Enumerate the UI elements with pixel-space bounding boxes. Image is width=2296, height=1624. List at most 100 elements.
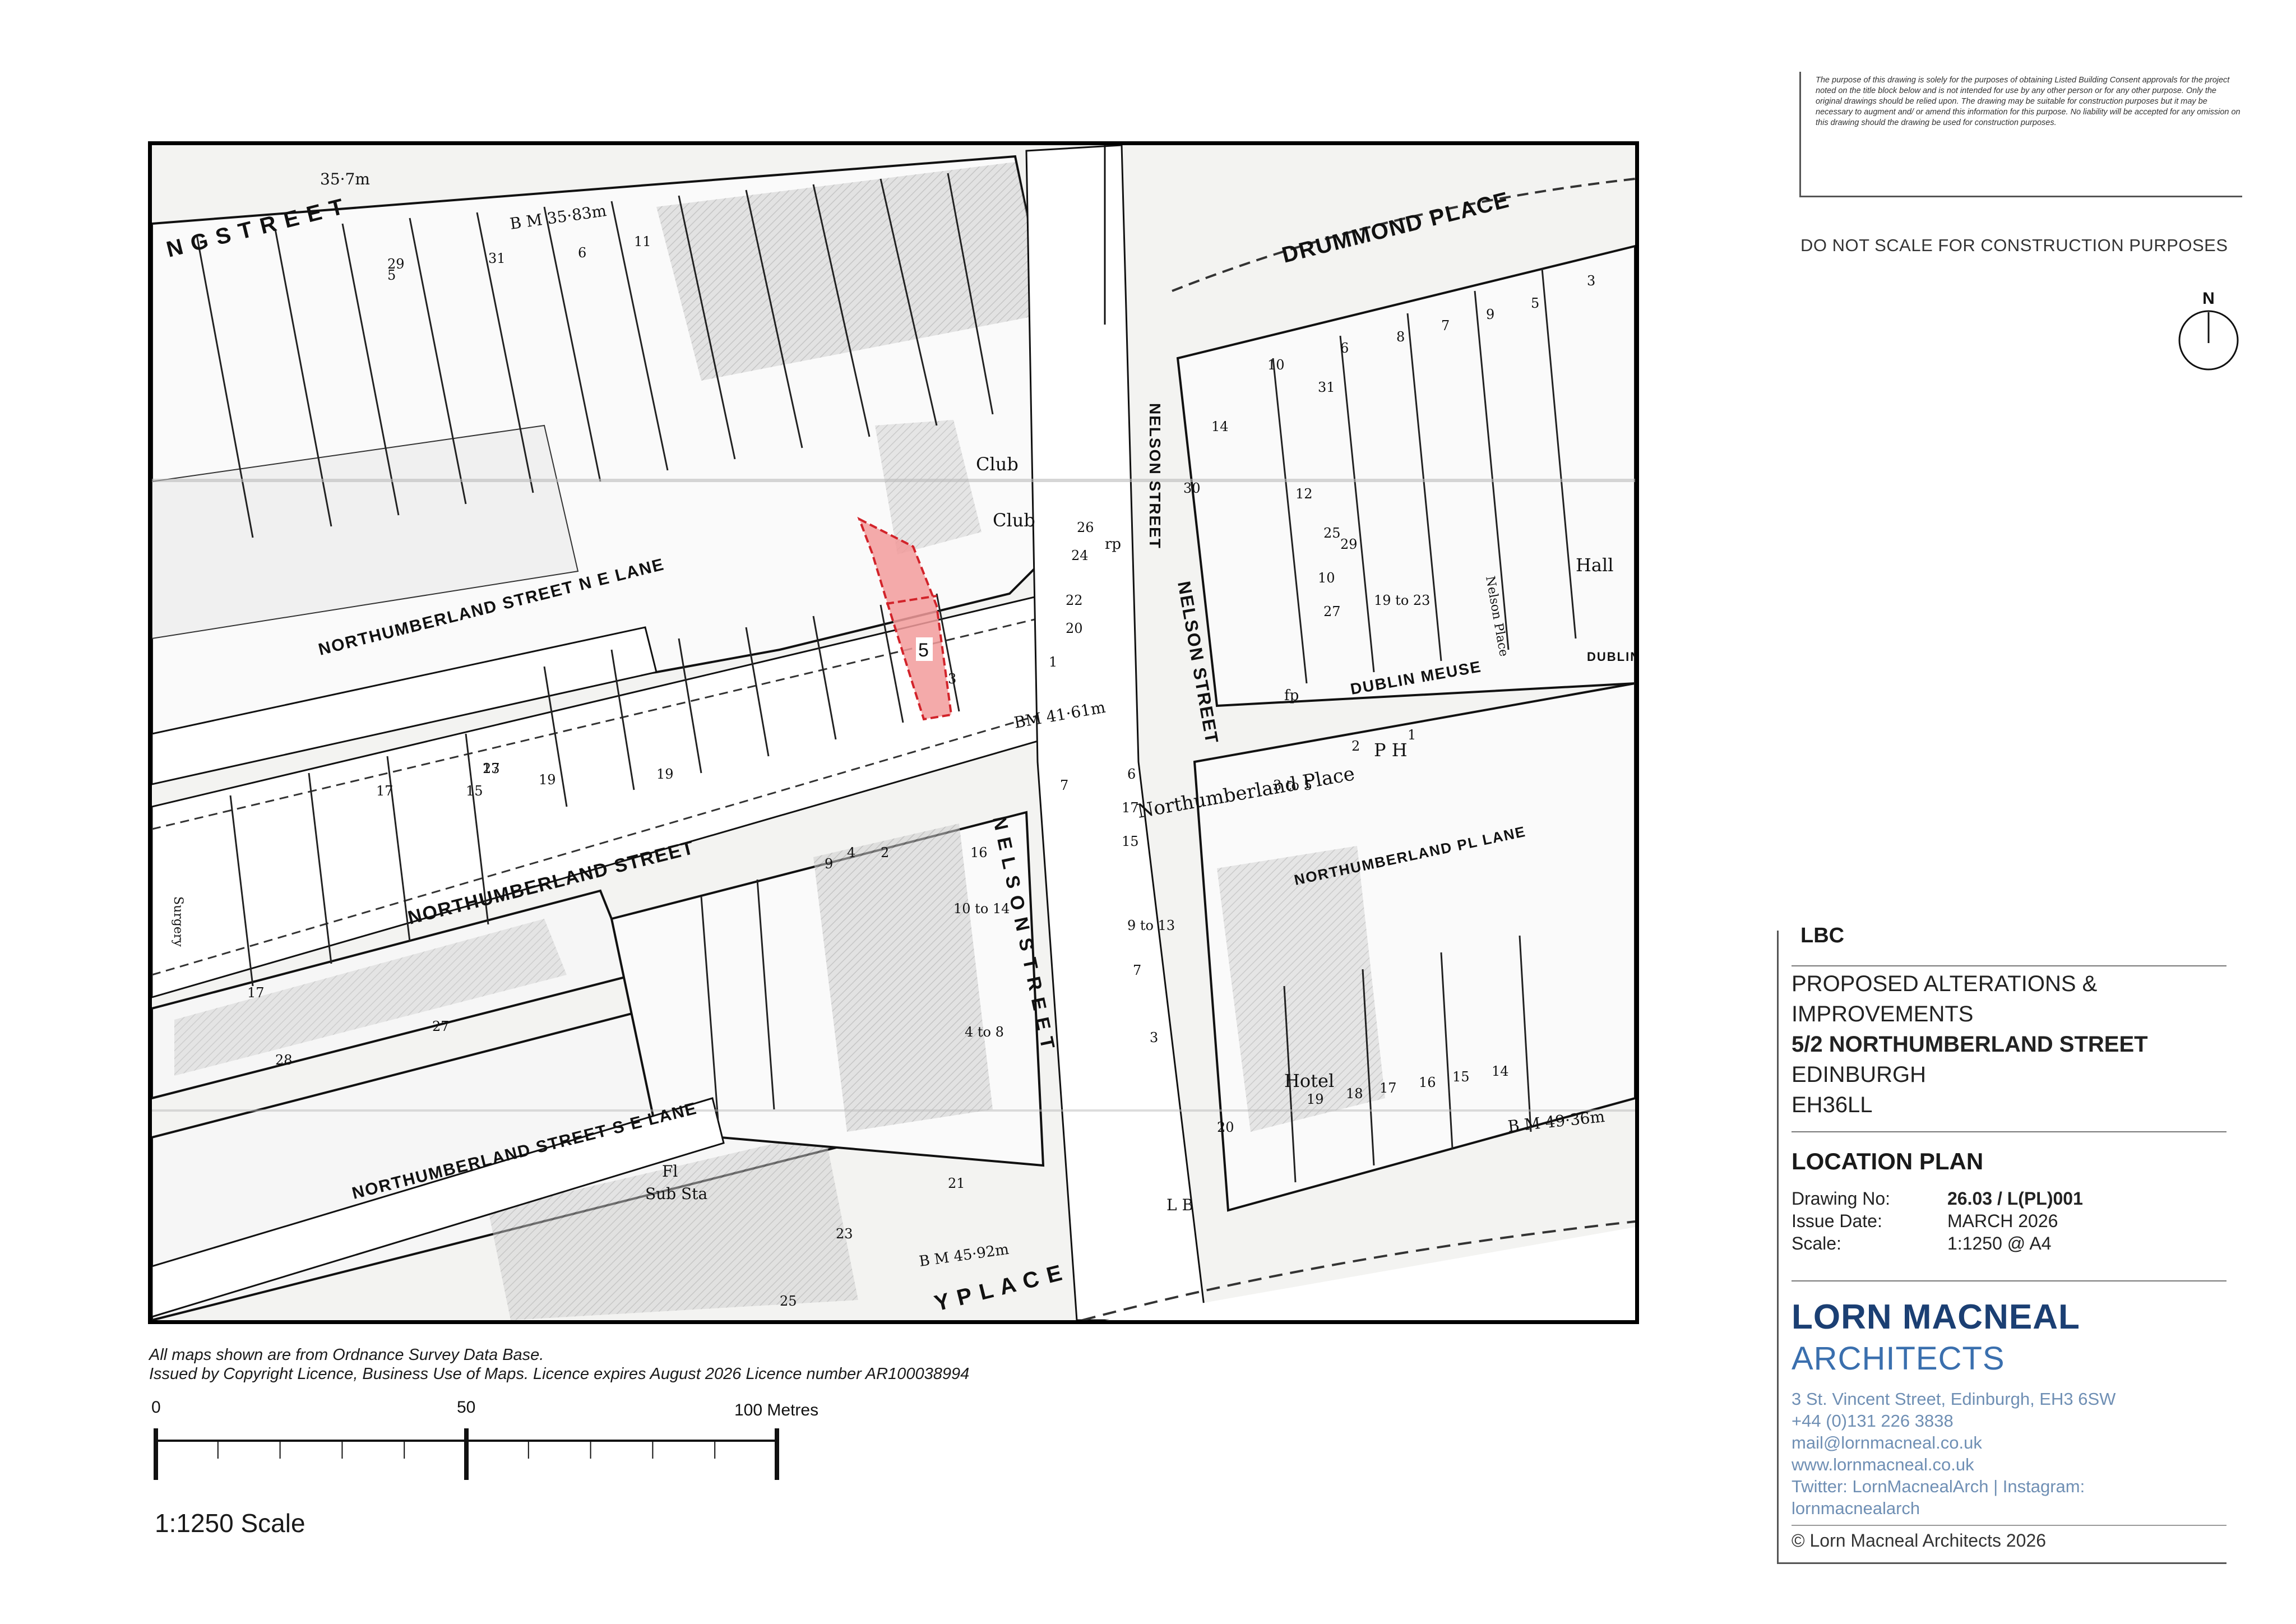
contact-website: www.lornmacneal.co.uk — [1792, 1455, 1974, 1474]
divider — [1792, 1525, 2226, 1526]
divider — [1792, 1280, 2226, 1281]
scale-label-100: 100 Metres — [734, 1401, 818, 1419]
contact-address: 3 St. Vincent Street, Edinburgh, EH3 6SW — [1792, 1389, 2116, 1409]
house-number: 3 — [948, 671, 956, 687]
house-number: 4 to 8 — [965, 1024, 1004, 1040]
house-number: 7 — [1060, 778, 1068, 793]
scale-value: 1:1250 @ A4 — [1947, 1233, 2052, 1253]
house-number: 2 — [881, 845, 889, 860]
house-number: 17 — [376, 783, 394, 799]
title-block-border-bottom — [1777, 1562, 2226, 1564]
house-number: 19 — [539, 772, 556, 788]
house-number: 15 — [466, 783, 483, 799]
house-number: 15 — [1452, 1069, 1470, 1085]
house-number: 25 — [780, 1293, 797, 1309]
house-number: 14 — [1492, 1063, 1509, 1079]
house-number: 1 — [1408, 727, 1416, 743]
house-number: 10 — [1267, 357, 1285, 373]
house-number: 10 — [1318, 570, 1335, 586]
house-number: 30 — [1183, 480, 1201, 496]
contact-phone: +44 (0)131 226 3838 — [1792, 1411, 1954, 1431]
house-number: 17 — [247, 985, 265, 1001]
scale-label: Scale: — [1792, 1233, 1841, 1253]
house-number: 25 — [1323, 525, 1341, 541]
house-number: 15 — [1122, 834, 1139, 849]
label-sub-sta: Sub Sta — [645, 1185, 707, 1203]
label-fl: Fl — [662, 1162, 678, 1181]
house-number: 19 — [656, 766, 674, 782]
north-arrow-icon: N — [2178, 289, 2239, 371]
ordnance-survey-map: 5 NORTHUMBERLAND STREET NORTHUMBERLAND S… — [152, 145, 1635, 1320]
house-number: 26 — [1077, 520, 1094, 535]
title-block-border — [1777, 931, 1779, 1564]
submission-type: LBC — [1800, 924, 1845, 947]
label-ph: P H — [1374, 739, 1408, 761]
house-number: 22 — [1066, 593, 1083, 608]
house-number: 14 — [1211, 419, 1229, 434]
label-spot-top: 35·7m — [320, 170, 370, 188]
house-number: 31 — [1318, 380, 1335, 395]
scale-caption: 1:1250 Scale — [155, 1509, 305, 1538]
label-club-1: Club — [976, 454, 1019, 475]
house-number: 27 — [432, 1019, 450, 1034]
site-number: 5 — [918, 640, 929, 661]
disclaimer-text: The purpose of this drawing is solely fo… — [1816, 76, 2241, 127]
house-number: 5 — [1531, 295, 1539, 311]
label-hotel: Hotel — [1284, 1070, 1334, 1091]
label-nelson-street-north: NELSON STREET — [1146, 403, 1164, 549]
house-number: 20 — [1066, 621, 1083, 636]
project-city: EDINBURGH — [1792, 1062, 1927, 1087]
house-number: 23 — [836, 1226, 853, 1242]
contact-email: mail@lornmacneal.co.uk — [1792, 1433, 1982, 1452]
house-number: 11 — [634, 234, 651, 249]
house-number: 9 — [1486, 307, 1494, 322]
house-number: 16 — [970, 845, 988, 860]
map-note-line-1: All maps shown are from Ordnance Survey … — [149, 1346, 544, 1364]
house-number: 19 to 23 — [1374, 593, 1430, 608]
label-club-2: Club — [993, 510, 1035, 531]
house-number: 6 — [1127, 766, 1136, 782]
divider — [1792, 965, 2226, 966]
contact-instagram: lornmacnealarch — [1792, 1498, 1920, 1518]
house-number: 7 — [1441, 318, 1450, 334]
divider — [1792, 1131, 2226, 1132]
map-note-line-2: Issued by Copyright Licence, Business Us… — [149, 1365, 970, 1383]
house-number: 6 — [1340, 340, 1349, 356]
house-number: 3 — [1150, 1030, 1158, 1045]
project-line-2: IMPROVEMENTS — [1792, 1002, 1974, 1026]
house-number: 10 to 14 — [953, 901, 1010, 917]
house-number: 12 — [1295, 486, 1313, 502]
house-number: 17 — [1380, 1080, 1397, 1096]
house-number: 9 to 13 — [1127, 918, 1175, 933]
firm-subtitle: ARCHITECTS — [1792, 1340, 2005, 1377]
label-dublin-meuse-2: DUBLIN MEUSE — [1587, 650, 1635, 664]
house-number: 16 — [1419, 1075, 1436, 1090]
drawing-title: LOCATION PLAN — [1792, 1148, 1984, 1174]
label-hall: Hall — [1576, 554, 1613, 576]
house-number: 21 — [948, 1176, 965, 1191]
house-number: 9 — [825, 856, 833, 872]
house-number: 6 — [578, 245, 586, 261]
house-number: 29 — [387, 256, 405, 272]
house-number: 8 — [1396, 329, 1405, 345]
label-fp: fp — [1284, 687, 1299, 704]
house-number: 17 — [1122, 800, 1139, 816]
disclaimer-box: The purpose of this drawing is solely fo… — [1799, 72, 2242, 197]
house-number: 28 — [275, 1052, 293, 1068]
house-number: 4 — [847, 845, 855, 860]
map-source-note: All maps shown are from Ordnance Survey … — [149, 1345, 969, 1384]
scale-label-50: 50 — [457, 1398, 475, 1417]
scale-bar: 0 50 100 Metres — [151, 1398, 818, 1480]
drawing-no-value: 26.03 / L(PL)001 — [1947, 1188, 2083, 1209]
location-map: 5 NORTHUMBERLAND STREET NORTHUMBERLAND S… — [148, 141, 1639, 1324]
house-number: 31 — [488, 251, 506, 266]
house-number: 19 — [1307, 1091, 1324, 1107]
north-label: N — [2202, 289, 2215, 308]
house-number: 3 — [1587, 273, 1595, 289]
copyright: © Lorn Macneal Architects 2026 — [1792, 1530, 2047, 1551]
issue-date-label: Issue Date: — [1792, 1211, 1882, 1231]
label-rp: rp — [1105, 536, 1121, 553]
issue-date-value: MARCH 2026 — [1947, 1211, 2058, 1231]
house-number: 18 — [1346, 1086, 1363, 1102]
house-number: 2 — [1351, 738, 1360, 754]
